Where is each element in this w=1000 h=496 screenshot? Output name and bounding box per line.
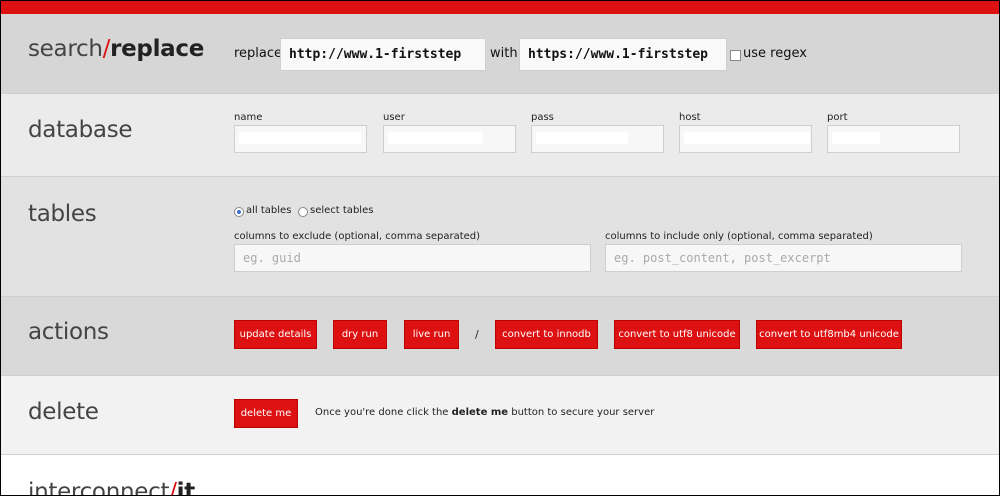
tables-section: tables all tables select tables columns … [1, 177, 999, 297]
section-title-tables: tables [28, 201, 97, 227]
search-replace-section: search/replace replace with use regex [1, 14, 999, 94]
with-input[interactable] [519, 38, 727, 71]
db-name-input[interactable] [234, 125, 367, 153]
db-port-input[interactable] [827, 125, 960, 153]
exclude-columns-label: columns to exclude (optional, comma sepa… [234, 231, 481, 242]
top-accent-bar [1, 1, 999, 14]
include-columns-label: columns to include only (optional, comma… [605, 231, 873, 242]
db-pass-input[interactable] [531, 125, 664, 153]
dry-run-button[interactable]: dry run [333, 320, 387, 349]
all-tables-label: all tables [246, 205, 292, 216]
db-name-label: name [234, 112, 263, 123]
live-run-button[interactable]: live run [404, 320, 459, 349]
db-pass-label: pass [531, 112, 554, 123]
delete-instructions: Once you're done click the delete me but… [315, 407, 655, 418]
replace-input[interactable] [280, 38, 486, 71]
section-title-delete: delete [28, 399, 99, 425]
app-window: search/replace replace with use regex da… [0, 0, 1000, 496]
db-user-input[interactable] [383, 125, 516, 153]
section-title-actions: actions [28, 319, 109, 345]
db-host-label: host [679, 112, 701, 123]
update-details-button[interactable]: update details [234, 320, 317, 349]
brand-logo: interconnect/it [28, 479, 195, 496]
convert-innodb-button[interactable]: convert to innodb [495, 320, 598, 349]
actions-separator: / [475, 328, 479, 341]
db-host-input[interactable] [679, 125, 812, 153]
replace-label: replace [234, 46, 283, 61]
use-regex-label: use regex [743, 46, 807, 61]
database-section: database name user pass host port [1, 94, 999, 177]
delete-section: delete delete me Once you're done click … [1, 376, 999, 455]
db-user-label: user [383, 112, 405, 123]
select-tables-radio[interactable] [298, 207, 308, 217]
exclude-columns-input[interactable] [234, 244, 591, 272]
with-label: with [490, 46, 518, 61]
convert-utf8-button[interactable]: convert to utf8 unicode [614, 320, 740, 349]
use-regex-checkbox[interactable] [730, 50, 741, 61]
include-columns-input[interactable] [605, 244, 962, 272]
all-tables-radio[interactable] [234, 207, 244, 217]
actions-section: actions update details dry run live run … [1, 297, 999, 376]
delete-me-button[interactable]: delete me [234, 399, 298, 428]
db-port-label: port [827, 112, 848, 123]
select-tables-label: select tables [310, 205, 374, 216]
section-title-database: database [28, 117, 133, 143]
brand-footer: interconnect/it [1, 455, 999, 496]
convert-utf8mb4-button[interactable]: convert to utf8mb4 unicode [756, 320, 902, 349]
section-title-search-replace: search/replace [28, 36, 205, 62]
